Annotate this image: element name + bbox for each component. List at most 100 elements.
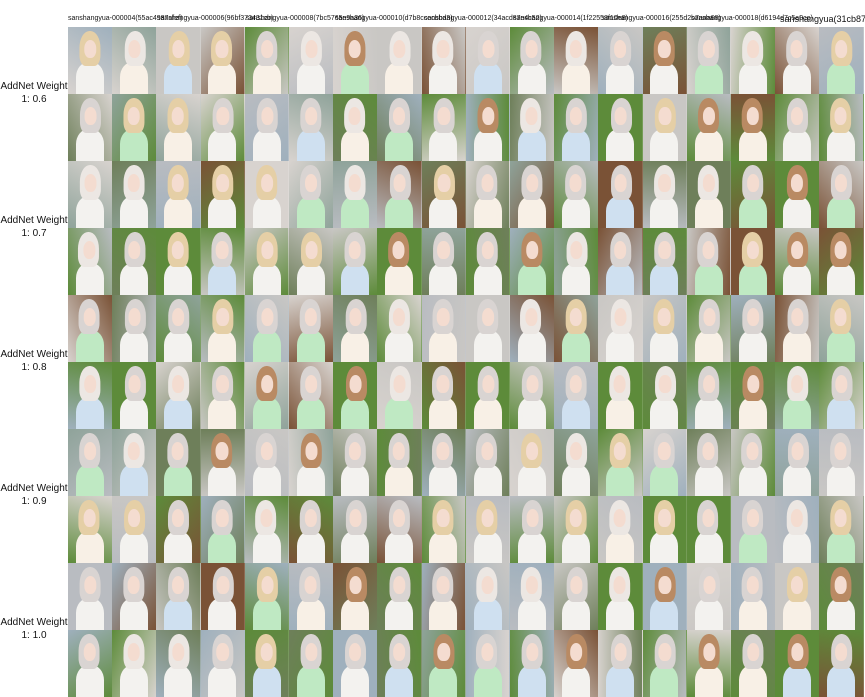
grid-image	[510, 295, 555, 362]
grid-image	[465, 94, 511, 161]
grid-image	[68, 161, 113, 228]
grid-image	[68, 27, 113, 94]
grid-image	[775, 630, 820, 697]
grid-image	[421, 94, 467, 161]
grid-image	[686, 295, 732, 362]
grid-image	[68, 362, 113, 429]
grid-image	[731, 94, 776, 161]
xyz-plot-grid: sanshangyua-000004(55ac4987afef) sanshang…	[0, 0, 865, 697]
grid-image	[554, 429, 599, 496]
grid-image	[642, 630, 688, 697]
row-label: AddNet Weight 1: 0.8	[0, 349, 68, 373]
grid-image	[421, 496, 467, 563]
grid-image	[554, 563, 599, 630]
grid-image	[642, 362, 688, 429]
grid-image	[731, 563, 776, 630]
grid-image	[819, 496, 865, 563]
grid-image	[642, 228, 688, 295]
grid-image	[510, 362, 555, 429]
grid-image	[775, 295, 820, 362]
grid-image	[554, 362, 599, 429]
grid-image	[333, 161, 378, 228]
grid-image	[819, 429, 865, 496]
grid-image	[554, 295, 599, 362]
grid-image	[68, 496, 113, 563]
grid-image	[377, 362, 423, 429]
grid-image	[68, 295, 113, 362]
grid-image	[68, 630, 113, 697]
grid-image	[554, 630, 599, 697]
grid-image	[377, 27, 423, 94]
grid-image	[377, 161, 423, 228]
grid-image	[377, 563, 423, 630]
grid-image	[598, 563, 644, 630]
grid-image	[112, 295, 157, 362]
grid-image	[244, 161, 290, 228]
grid-image	[731, 161, 776, 228]
grid-image	[112, 563, 157, 630]
row-label: AddNet Weight 1: 0.6	[0, 81, 68, 105]
grid-image	[819, 630, 865, 697]
row-label: AddNet Weight 1: 0.7	[0, 215, 68, 239]
grid-image	[289, 563, 334, 630]
grid-image	[642, 295, 688, 362]
grid-image	[421, 161, 467, 228]
grid-image	[465, 27, 511, 94]
grid-image	[731, 630, 776, 697]
grid-image	[775, 94, 820, 161]
grid-image	[200, 27, 246, 94]
grid-image	[112, 429, 157, 496]
grid-image	[819, 295, 865, 362]
grid-image	[775, 362, 820, 429]
grid-image	[289, 362, 334, 429]
grid-image	[465, 161, 511, 228]
grid-image	[244, 27, 290, 94]
grid-image	[200, 496, 246, 563]
column-header: sanshangyua(31cb87639cf9	[780, 14, 865, 24]
grid-image	[554, 161, 599, 228]
grid-image	[421, 295, 467, 362]
grid-image	[819, 94, 865, 161]
grid-image	[554, 228, 599, 295]
grid-image	[819, 563, 865, 630]
grid-image	[819, 161, 865, 228]
grid-image	[465, 362, 511, 429]
grid-image	[333, 228, 378, 295]
grid-image	[510, 228, 555, 295]
grid-image	[465, 429, 511, 496]
grid-image	[244, 496, 290, 563]
row-label: AddNet Weight 1: 0.9	[0, 483, 68, 507]
grid-image	[333, 295, 378, 362]
grid-image	[642, 27, 688, 94]
grid-image	[510, 161, 555, 228]
grid-image	[465, 630, 511, 697]
grid-image	[68, 228, 113, 295]
grid-image	[819, 228, 865, 295]
grid-image	[598, 362, 644, 429]
grid-image	[598, 295, 644, 362]
grid-image	[156, 295, 202, 362]
grid-image	[289, 496, 334, 563]
grid-image	[333, 27, 378, 94]
grid-image	[686, 362, 732, 429]
grid-image	[510, 429, 555, 496]
grid-image	[333, 94, 378, 161]
grid-image	[819, 27, 865, 94]
grid-image	[598, 496, 644, 563]
grid-image	[377, 228, 423, 295]
grid-image	[244, 228, 290, 295]
grid-image	[377, 295, 423, 362]
grid-image	[686, 94, 732, 161]
grid-image	[244, 429, 290, 496]
grid-image	[731, 295, 776, 362]
grid-image	[156, 429, 202, 496]
grid-image	[68, 94, 113, 161]
grid-image	[289, 27, 334, 94]
grid-image	[775, 563, 820, 630]
grid-image	[731, 362, 776, 429]
grid-image	[554, 496, 599, 563]
grid-image	[642, 94, 688, 161]
grid-image	[112, 362, 157, 429]
grid-image	[775, 161, 820, 228]
grid-image	[421, 630, 467, 697]
